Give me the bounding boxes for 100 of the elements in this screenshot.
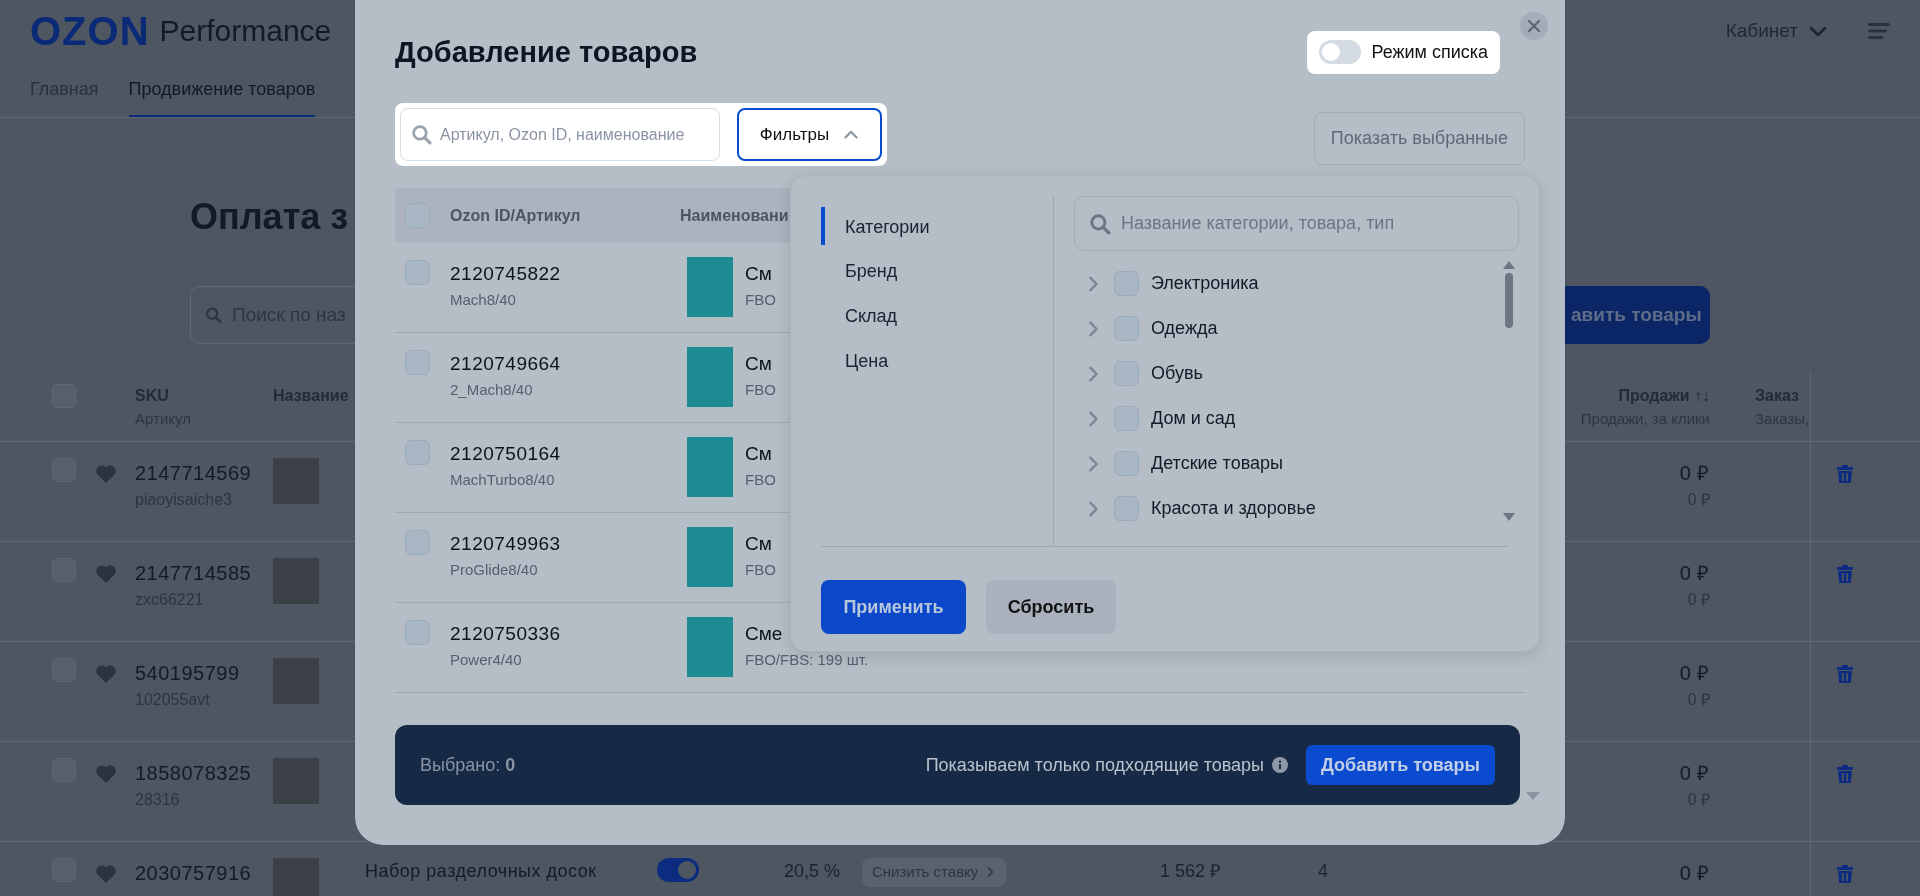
scrollbar-thumb[interactable]	[1505, 273, 1513, 328]
filter-section-tab[interactable]: Склад	[821, 293, 904, 338]
product-id: 2120750164	[450, 442, 561, 466]
sales-value: 0 ₽	[1679, 761, 1710, 786]
toggle-label: Режим списка	[1371, 40, 1488, 64]
photo-placeholder	[273, 658, 319, 704]
search-icon	[411, 124, 432, 145]
delete-button[interactable]	[1836, 864, 1854, 884]
show-selected-button[interactable]: Показать выбранные	[1313, 112, 1525, 165]
delete-button[interactable]	[1836, 664, 1854, 684]
category-label: Одежда	[1151, 317, 1218, 340]
sku-number: 1858078325	[135, 761, 252, 786]
stock-info: FBO	[745, 289, 776, 310]
product-name: См	[745, 262, 772, 286]
sku-number: 2147714585	[135, 561, 252, 586]
product-name: См	[745, 442, 772, 466]
category-label: Детские товары	[1151, 452, 1283, 475]
stock-info: FBO/FBS: 199 шт.	[745, 649, 869, 670]
column-header: Ozon ID/Артикул	[450, 206, 581, 224]
add-products-button[interactable]: авить товары	[1565, 286, 1710, 344]
checkbox[interactable]	[1114, 406, 1139, 431]
stock-info: FBO	[745, 469, 776, 490]
sku-number: 2147714569	[135, 461, 252, 486]
photo-placeholder	[687, 347, 733, 407]
delete-button[interactable]	[1836, 464, 1854, 484]
heart-icon[interactable]	[95, 564, 117, 584]
sku-number: 540195799	[135, 661, 240, 686]
filter-section-tab[interactable]: Бренд	[821, 248, 904, 293]
menu-icon	[1868, 21, 1890, 41]
toggle-switch[interactable]	[1319, 40, 1362, 64]
filter-section-tab[interactable]: Категории	[821, 207, 936, 245]
checkbox[interactable]	[1114, 451, 1139, 476]
checkbox[interactable]	[405, 620, 430, 645]
checkbox[interactable]	[1114, 271, 1139, 296]
trash-icon	[1836, 664, 1854, 684]
category-search-box[interactable]: Название категории, товара, тип	[1074, 196, 1519, 251]
stock-info: FBO	[745, 379, 776, 400]
photo-placeholder	[687, 437, 733, 497]
photo-placeholder	[687, 527, 733, 587]
trash-icon	[1836, 864, 1854, 884]
trash-icon	[1836, 564, 1854, 584]
sku-number: 2030757916	[135, 861, 252, 886]
sales-value: 0 ₽	[1679, 461, 1710, 486]
photo-placeholder	[273, 858, 319, 896]
filters-button[interactable]: Фильтры	[737, 108, 882, 161]
modal-title: Добавление товаров	[395, 34, 698, 70]
selected-count: Выбрано: 0	[420, 753, 516, 777]
close-button[interactable]	[1520, 12, 1548, 40]
product-name: См	[745, 352, 772, 376]
product-name: Набор разделочных досок	[365, 860, 597, 883]
menu-button[interactable]	[1868, 21, 1890, 41]
scroll-down-icon[interactable]	[1503, 513, 1515, 521]
scroll-up-icon[interactable]	[1503, 261, 1515, 269]
delete-button[interactable]	[1836, 764, 1854, 784]
heart-icon[interactable]	[95, 664, 117, 684]
checkbox[interactable]	[1114, 361, 1139, 386]
checkbox[interactable]	[1114, 316, 1139, 341]
product-name: См	[745, 532, 772, 556]
search-field[interactable]: Артикул, Ozon ID, наименование	[440, 122, 718, 147]
product-id: 2120749664	[450, 352, 561, 376]
photo-placeholder	[273, 458, 319, 504]
category-label: Электроника	[1151, 272, 1259, 295]
scroll-down-icon[interactable]	[1526, 792, 1540, 800]
heart-icon[interactable]	[95, 464, 117, 484]
column-header: Наименовани	[680, 206, 789, 224]
apply-button[interactable]: Применить	[821, 580, 966, 634]
checkbox[interactable]	[405, 530, 430, 555]
article-code: MachTurbo8/40	[450, 469, 555, 490]
nav-tab[interactable]: Продвижение товаров	[128, 76, 316, 117]
photo-placeholder	[687, 617, 733, 677]
add-products-button[interactable]: Добавить товары	[1306, 745, 1495, 785]
heart-icon[interactable]	[95, 764, 117, 784]
close-icon	[1528, 20, 1540, 32]
checkbox[interactable]	[405, 260, 430, 285]
logo: OZON	[30, 11, 150, 51]
page-title: Оплата з	[190, 195, 349, 239]
reset-button[interactable]: Сбросить	[986, 580, 1116, 634]
heart-icon[interactable]	[95, 864, 117, 884]
checkbox[interactable]	[405, 350, 430, 375]
checkbox[interactable]	[405, 440, 430, 465]
delete-button[interactable]	[1836, 564, 1854, 584]
search-icon	[1089, 212, 1111, 235]
article-code: Power4/40	[450, 649, 522, 670]
category-label: Дом и сад	[1151, 407, 1236, 430]
category-label: Красота и здоровье	[1151, 497, 1316, 520]
product-name: Сме	[745, 622, 783, 646]
photo-placeholder	[273, 558, 319, 604]
sales-value: 0 ₽	[1679, 561, 1710, 586]
info-icon	[1272, 757, 1289, 773]
toggle-switch[interactable]	[657, 858, 699, 882]
filter-note: Показываем только подходящие товары	[925, 753, 1265, 777]
article-code: 2_Mach8/40	[450, 379, 533, 400]
checkbox[interactable]	[1114, 496, 1139, 521]
trash-icon	[1836, 464, 1854, 484]
product-id: 2120750336	[450, 622, 561, 646]
photo-placeholder	[273, 758, 319, 804]
list-mode-toggle[interactable]: Режим списка	[1307, 30, 1500, 74]
category-search-field[interactable]: Название категории, товара, тип	[1121, 210, 1516, 237]
filter-section-tab[interactable]: Цена	[821, 338, 895, 383]
article-code: ProGlide8/40	[450, 559, 538, 580]
